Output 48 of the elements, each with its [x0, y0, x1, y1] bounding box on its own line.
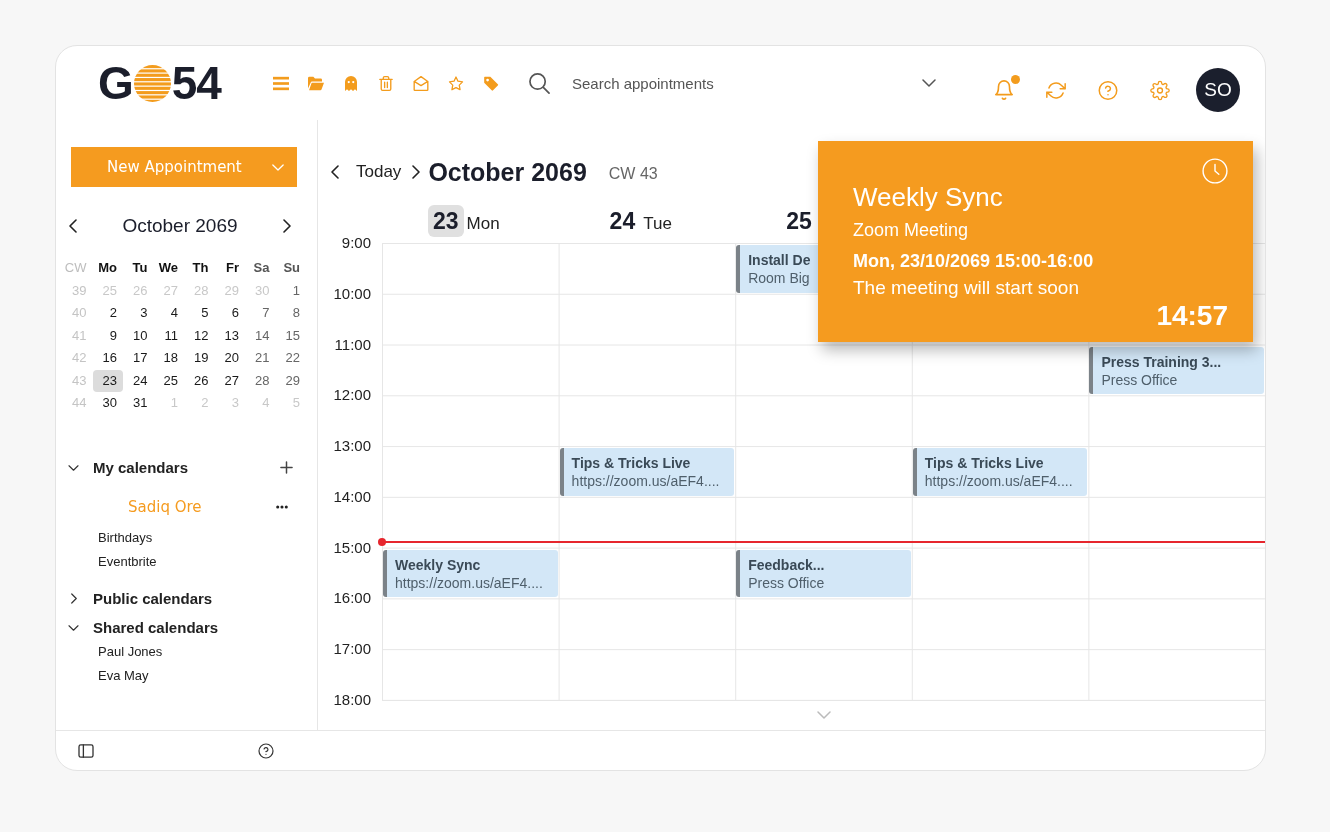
weekday-label: Su: [282, 259, 301, 277]
time-label: 18:00: [332, 689, 372, 710]
weekday-label: We: [157, 259, 179, 277]
logo-text: G: [98, 60, 133, 106]
weekday-label: Tue: [643, 214, 672, 234]
event-title: Feedback...: [748, 555, 825, 574]
weekday-label: Fr: [225, 259, 240, 277]
week-number: 39: [71, 281, 88, 300]
week-number: CW 43: [608, 165, 658, 183]
time-label: 15:00: [332, 537, 372, 558]
time-label: 14:00: [332, 486, 372, 507]
weekday-label: Mo: [97, 259, 118, 277]
event-detail: Room Big: [748, 269, 810, 287]
time-label: 17:00: [332, 639, 372, 660]
week-number: 42: [71, 349, 88, 367]
time-label: 10:00: [332, 283, 372, 304]
event-title: Tips & Tricks Live: [571, 454, 691, 473]
event-detail: Press Office: [1101, 370, 1178, 389]
event-title: Tips & Tricks Live: [924, 454, 1044, 473]
time-label: 11:00: [333, 334, 372, 355]
event-detail: https://zoom.us/aEF4....: [571, 472, 720, 491]
week-number: 44: [71, 394, 88, 412]
time-label: 9:00: [340, 233, 372, 253]
time-label: 12:00: [332, 385, 372, 406]
event-detail: Press Office: [748, 573, 825, 592]
event-title: Press Training 3...: [1101, 352, 1222, 371]
time-label: 13:00: [332, 436, 372, 457]
event-detail: https://zoom.us/aEF4....: [924, 472, 1073, 491]
reminder-datetime: Mon, 23/10/2069 15:00-16:00: [853, 250, 1094, 273]
weekday-label: Tu: [131, 259, 149, 277]
week-number: 43: [71, 371, 88, 390]
reminder-time: 14:57: [1156, 300, 1228, 332]
month-title: October 2069: [122, 215, 238, 237]
reminder-subtitle: Zoom Meeting: [853, 219, 969, 242]
reminder-message: The meeting will start soon: [853, 276, 1079, 300]
calendar-title: October 2069: [428, 157, 587, 187]
week-number: 41: [71, 326, 88, 345]
weekday-label: Mon: [466, 214, 500, 234]
week-column-label: CW: [63, 259, 88, 277]
event-title: Install De: [748, 251, 811, 269]
logo-text: 54: [171, 60, 221, 106]
reminder-title: Weekly Sync: [853, 182, 1003, 212]
event-detail: https://zoom.us/aEF4....: [395, 573, 543, 592]
event-title: Weekly Sync: [395, 555, 481, 574]
time-label: 16:00: [332, 588, 372, 609]
week-number: 40: [71, 304, 88, 322]
weekday-label: Sa: [252, 259, 271, 277]
weekday-label: Th: [191, 259, 210, 277]
